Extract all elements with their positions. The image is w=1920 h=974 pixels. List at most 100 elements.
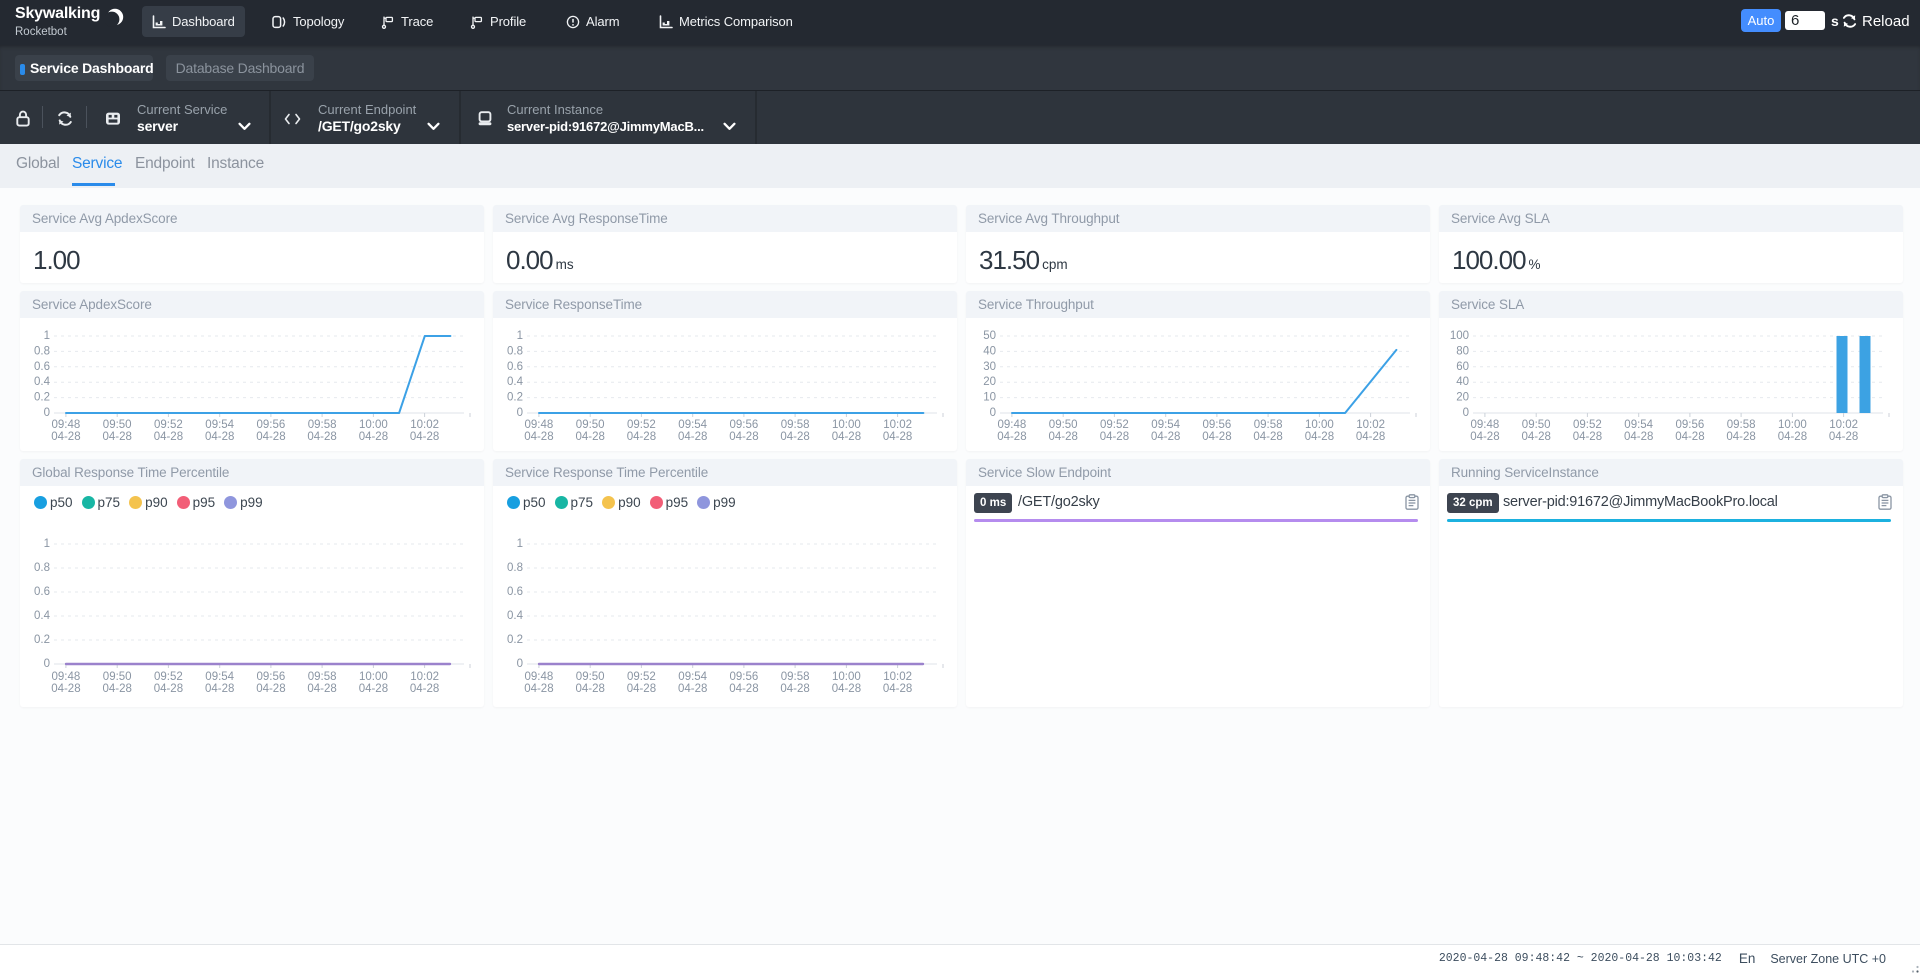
svg-text:0.4: 0.4 bbox=[507, 376, 524, 388]
svg-text:04-28: 04-28 bbox=[1202, 431, 1231, 443]
svg-text:09:56: 09:56 bbox=[257, 419, 286, 431]
svg-text:04-28: 04-28 bbox=[1778, 431, 1807, 443]
svg-text:04-28: 04-28 bbox=[1573, 431, 1602, 443]
svg-text:04-28: 04-28 bbox=[359, 431, 388, 443]
svg-text:04-28: 04-28 bbox=[1356, 431, 1385, 443]
svg-text:0.8: 0.8 bbox=[507, 345, 523, 357]
svg-text:10:00: 10:00 bbox=[832, 419, 861, 431]
svg-text:09:58: 09:58 bbox=[1254, 419, 1283, 431]
svg-text:09:56: 09:56 bbox=[257, 671, 286, 683]
svg-text:04-28: 04-28 bbox=[154, 431, 183, 443]
svg-text:40: 40 bbox=[1456, 376, 1469, 388]
svg-text:04-28: 04-28 bbox=[1726, 431, 1755, 443]
svg-text:0.4: 0.4 bbox=[34, 610, 51, 622]
svg-text:04-28: 04-28 bbox=[1624, 431, 1653, 443]
svg-text:04-28: 04-28 bbox=[256, 431, 285, 443]
svg-text:04-28: 04-28 bbox=[1675, 431, 1704, 443]
svg-text:1: 1 bbox=[517, 538, 523, 550]
svg-text:10:00: 10:00 bbox=[1778, 419, 1807, 431]
svg-text:0: 0 bbox=[517, 658, 523, 670]
svg-text:0: 0 bbox=[1463, 407, 1469, 419]
svg-text:04-28: 04-28 bbox=[410, 431, 439, 443]
svg-text:04-28: 04-28 bbox=[678, 683, 707, 695]
svg-text:80: 80 bbox=[1456, 345, 1469, 357]
svg-text:04-28: 04-28 bbox=[575, 683, 604, 695]
svg-text:09:48: 09:48 bbox=[52, 671, 81, 683]
svg-text:09:54: 09:54 bbox=[205, 419, 234, 431]
svg-text:09:54: 09:54 bbox=[1151, 419, 1180, 431]
svg-text:04-28: 04-28 bbox=[883, 431, 912, 443]
svg-text:0.2: 0.2 bbox=[34, 634, 50, 646]
svg-text:10:02: 10:02 bbox=[1356, 419, 1385, 431]
svg-text:10:00: 10:00 bbox=[832, 671, 861, 683]
svg-text:0.8: 0.8 bbox=[34, 562, 50, 574]
svg-text:04-28: 04-28 bbox=[410, 683, 439, 695]
svg-text:09:52: 09:52 bbox=[1573, 419, 1602, 431]
svg-text:09:48: 09:48 bbox=[1471, 419, 1500, 431]
svg-text:10:02: 10:02 bbox=[883, 671, 912, 683]
svg-text:20: 20 bbox=[983, 376, 996, 388]
svg-text:04-28: 04-28 bbox=[997, 431, 1026, 443]
svg-text:04-28: 04-28 bbox=[51, 683, 80, 695]
svg-text:0.6: 0.6 bbox=[34, 361, 50, 373]
svg-text:40: 40 bbox=[983, 345, 996, 357]
svg-text:09:56: 09:56 bbox=[1676, 419, 1705, 431]
svg-text:04-28: 04-28 bbox=[1151, 431, 1180, 443]
svg-text:09:50: 09:50 bbox=[103, 419, 132, 431]
svg-text:0.6: 0.6 bbox=[34, 586, 50, 598]
svg-text:09:48: 09:48 bbox=[525, 671, 554, 683]
svg-text:09:58: 09:58 bbox=[781, 671, 810, 683]
svg-text:09:52: 09:52 bbox=[627, 419, 656, 431]
svg-text:0: 0 bbox=[990, 407, 996, 419]
svg-text:09:50: 09:50 bbox=[576, 671, 605, 683]
svg-text:04-28: 04-28 bbox=[1470, 431, 1499, 443]
svg-text:10:02: 10:02 bbox=[1829, 419, 1858, 431]
svg-text:1: 1 bbox=[44, 330, 50, 342]
svg-text:04-28: 04-28 bbox=[524, 683, 553, 695]
svg-text:04-28: 04-28 bbox=[729, 431, 758, 443]
svg-text:04-28: 04-28 bbox=[832, 683, 861, 695]
svg-text:04-28: 04-28 bbox=[102, 431, 131, 443]
svg-text:10:00: 10:00 bbox=[359, 671, 388, 683]
svg-text:09:56: 09:56 bbox=[1203, 419, 1232, 431]
svg-text:04-28: 04-28 bbox=[51, 431, 80, 443]
svg-text:0: 0 bbox=[517, 407, 523, 419]
svg-text:0.4: 0.4 bbox=[507, 610, 524, 622]
svg-text:09:54: 09:54 bbox=[678, 419, 707, 431]
svg-text:0: 0 bbox=[44, 658, 50, 670]
svg-text:04-28: 04-28 bbox=[307, 431, 336, 443]
svg-text:0.2: 0.2 bbox=[507, 392, 523, 404]
svg-text:0.2: 0.2 bbox=[507, 634, 523, 646]
svg-text:100: 100 bbox=[1450, 330, 1469, 342]
svg-text:0.2: 0.2 bbox=[34, 392, 50, 404]
svg-text:09:52: 09:52 bbox=[154, 671, 183, 683]
svg-text:09:58: 09:58 bbox=[308, 419, 337, 431]
svg-text:04-28: 04-28 bbox=[1100, 431, 1129, 443]
svg-text:04-28: 04-28 bbox=[1048, 431, 1077, 443]
svg-text:04-28: 04-28 bbox=[627, 431, 656, 443]
svg-text:09:54: 09:54 bbox=[678, 671, 707, 683]
svg-text:10:02: 10:02 bbox=[410, 671, 439, 683]
svg-text:09:48: 09:48 bbox=[998, 419, 1027, 431]
svg-text:04-28: 04-28 bbox=[832, 431, 861, 443]
svg-text:20: 20 bbox=[1456, 392, 1469, 404]
svg-text:09:56: 09:56 bbox=[730, 419, 759, 431]
svg-text:0: 0 bbox=[44, 407, 50, 419]
svg-text:04-28: 04-28 bbox=[1521, 431, 1550, 443]
svg-text:09:52: 09:52 bbox=[154, 419, 183, 431]
svg-text:09:48: 09:48 bbox=[52, 419, 81, 431]
svg-text:09:50: 09:50 bbox=[1522, 419, 1551, 431]
svg-text:09:52: 09:52 bbox=[1100, 419, 1129, 431]
svg-text:30: 30 bbox=[983, 361, 996, 373]
svg-text:50: 50 bbox=[983, 330, 996, 342]
svg-text:04-28: 04-28 bbox=[524, 431, 553, 443]
svg-text:04-28: 04-28 bbox=[780, 683, 809, 695]
svg-text:04-28: 04-28 bbox=[359, 683, 388, 695]
svg-text:09:58: 09:58 bbox=[781, 419, 810, 431]
svg-text:60: 60 bbox=[1456, 361, 1469, 373]
svg-text:0.6: 0.6 bbox=[507, 586, 523, 598]
svg-text:09:50: 09:50 bbox=[103, 671, 132, 683]
svg-text:09:56: 09:56 bbox=[730, 671, 759, 683]
svg-text:10: 10 bbox=[983, 392, 996, 404]
svg-text:09:54: 09:54 bbox=[205, 671, 234, 683]
